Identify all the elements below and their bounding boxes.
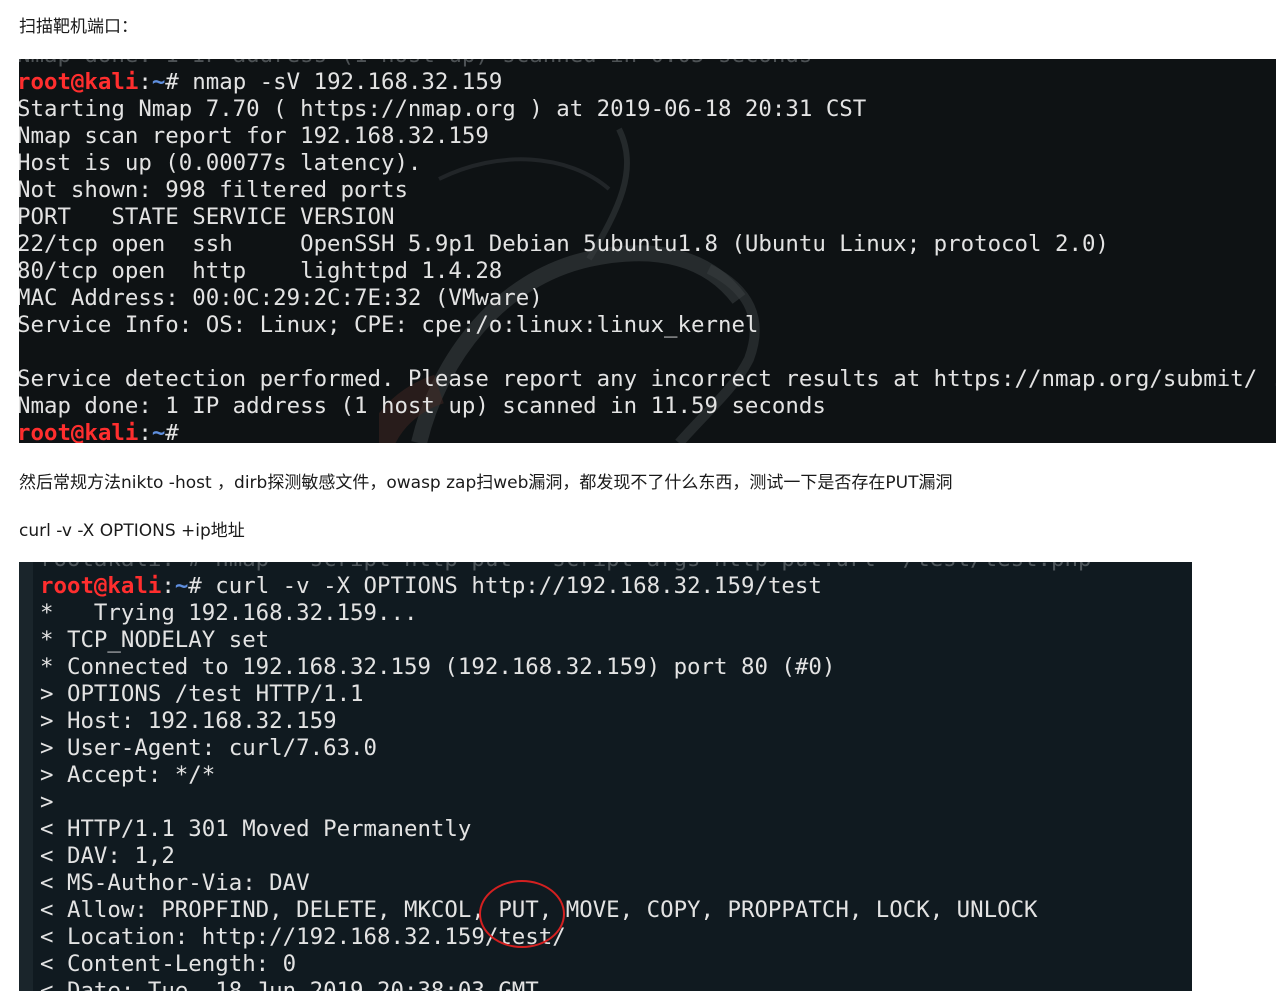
prompt-user: root@kali: [19, 420, 139, 443]
prompt-line: root@kali:~# nmap -sV 192.168.32.159: [19, 69, 1276, 96]
prompt-separator: :: [138, 69, 152, 95]
command-text: curl -v -X OPTIONS http://192.168.32.159…: [201, 573, 822, 599]
prompt-path: ~: [151, 420, 166, 443]
heading-scan-ports: 扫描靶机端口：: [19, 17, 138, 37]
prompt-hash: #: [165, 420, 179, 443]
prompt-separator: :: [161, 573, 175, 599]
prompt-path: ~: [151, 69, 166, 95]
output-line: > User-Agent: curl/7.63.0: [40, 735, 378, 761]
output-line: < MS-Author-Via: DAV: [40, 870, 310, 896]
allow-methods-line: < Allow: PROPFIND, DELETE, MKCOL, PUT, M…: [40, 897, 1038, 923]
prompt-hash: #: [188, 573, 202, 599]
output-line: < Content-Length: 0: [40, 951, 297, 977]
output-line: Service detection performed. Please repo…: [19, 366, 1276, 392]
prompt-user: root@kali: [19, 69, 139, 95]
output-line: Host is up (0.00077s latency).: [19, 150, 422, 176]
terminal-cutoff-line: Nmap done: 1 IP address (1 host up) scan…: [19, 59, 1276, 69]
output-line: > OPTIONS /test HTTP/1.1: [40, 681, 364, 707]
output-line: * TCP_NODELAY set: [40, 627, 270, 653]
prompt-path: ~: [174, 573, 189, 599]
terminal-cutoff-line: rootakali:~# nmap --script http-put --sc…: [40, 562, 1105, 573]
output-line: MAC Address: 00:0C:29:2C:7E:32 (VMware): [19, 285, 543, 311]
output-line: * Trying 192.168.32.159...: [40, 600, 418, 626]
output-line: Nmap done: 1 IP address (1 host up) scan…: [19, 393, 826, 419]
output-line: < HTTP/1.1 301 Moved Permanently: [40, 816, 472, 842]
prompt-line: root@kali:~#: [19, 420, 1276, 443]
output-line: 22/tcp open ssh OpenSSH 5.9p1 Debian 5ub…: [19, 231, 1109, 257]
prompt-separator: :: [138, 420, 152, 443]
terminal-border: [19, 562, 33, 991]
output-line: < DAV: 1,2: [40, 843, 175, 869]
output-line: Starting Nmap 7.70 ( https://nmap.org ) …: [19, 96, 867, 122]
output-line: PORT STATE SERVICE VERSION: [19, 204, 395, 230]
output-line: > Host: 192.168.32.159: [40, 708, 337, 734]
prompt-hash: #: [165, 69, 179, 95]
output-line: < Location: http://192.168.32.159/test/: [40, 924, 566, 950]
output-line: Nmap scan report for 192.168.32.159: [19, 123, 489, 149]
paragraph-curl: curl -v -X OPTIONS +ip地址: [19, 521, 245, 541]
output-line: < Date: Tue, 18 Jun 2019 20:38:03 GMT: [40, 978, 539, 991]
command-text: nmap -sV 192.168.32.159: [178, 69, 503, 95]
put-method-highlight-circle: [479, 880, 565, 948]
output-line: > Accept: */*: [40, 762, 216, 788]
output-line: 80/tcp open http lighttpd 1.4.28: [19, 258, 503, 284]
curl-terminal-screenshot: rootakali:~# nmap --script http-put --sc…: [19, 562, 1192, 991]
output-line: Service Info: OS: Linux; CPE: cpe:/o:lin…: [19, 312, 759, 338]
output-line: * Connected to 192.168.32.159 (192.168.3…: [40, 654, 836, 680]
output-line: >: [40, 789, 54, 815]
paragraph-method: 然后常规方法nikto -host ，dirb探测敏感文件，owasp zap扫…: [19, 473, 953, 493]
output-line: Not shown: 998 filtered ports: [19, 177, 408, 203]
prompt-user: root@kali: [40, 573, 162, 599]
nmap-terminal-screenshot: Nmap done: 1 IP address (1 host up) scan…: [19, 59, 1276, 443]
prompt-line: root@kali:~# curl -v -X OPTIONS http://1…: [40, 573, 1105, 600]
